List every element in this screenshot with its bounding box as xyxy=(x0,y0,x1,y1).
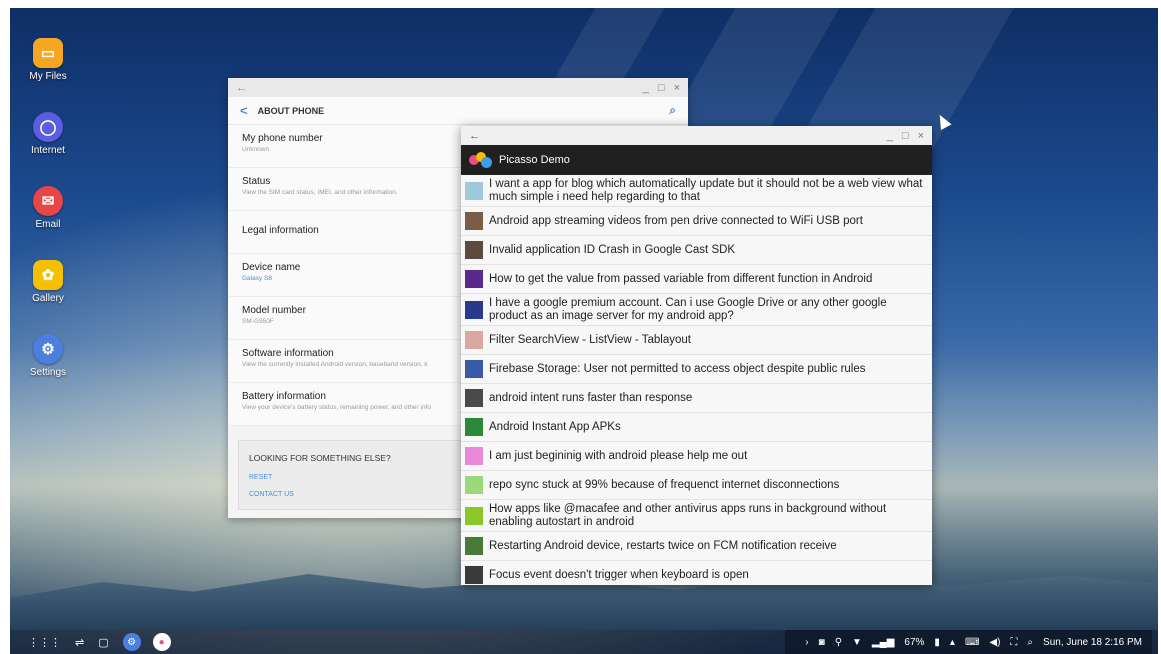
battery-icon: ▮ xyxy=(934,636,940,648)
list-item[interactable]: Android Instant App APKs xyxy=(461,413,932,442)
avatar-thumbnail xyxy=(465,300,483,319)
list-item[interactable]: I am just begininig with android please … xyxy=(461,442,932,471)
list-item[interactable]: Focus event doesn't trigger when keyboar… xyxy=(461,561,932,585)
question-title: Restarting Android device, restarts twic… xyxy=(489,539,837,552)
question-title: Focus event doesn't trigger when keyboar… xyxy=(489,568,749,581)
search-icon[interactable]: ⌕ xyxy=(1027,637,1033,648)
desktop-icon-my-files[interactable]: ▭ My Files xyxy=(24,38,72,82)
app-toolbar: Picasso Demo xyxy=(461,145,932,175)
recents-icon[interactable]: ⇌ xyxy=(75,636,84,649)
avatar-thumbnail xyxy=(465,331,483,349)
mail-icon: ✉ xyxy=(33,186,63,216)
status-area: › ◙ ⚲ ▼ ▂▄▆ 67% ▮ ▴ ⌨ ◀) ⛶ ⌕ Sun, June 1… xyxy=(785,630,1152,654)
list-item[interactable]: I have a google premium account. Can i u… xyxy=(461,294,932,326)
question-title: I have a google premium account. Can i u… xyxy=(489,296,887,322)
avatar-thumbnail xyxy=(465,212,483,230)
settings-app-icon[interactable]: ⚙ xyxy=(122,633,141,651)
desktop-icon-label: Gallery xyxy=(32,293,64,304)
list-item[interactable]: Android app streaming videos from pen dr… xyxy=(461,207,932,236)
app-title: Picasso Demo xyxy=(499,154,570,166)
list-item[interactable]: Invalid application ID Crash in Google C… xyxy=(461,236,932,265)
taskbar: ⋮⋮⋮ ⇌ ▢ ⚙ ● › ◙ ⚲ ▼ ▂▄▆ 67% ▮ ▴ ⌨ ◀) ⛶ ⌕… xyxy=(10,630,1158,654)
desktop-icon-gallery[interactable]: ✿ Gallery xyxy=(24,260,72,304)
window-titlebar[interactable]: ← _ □ × xyxy=(461,126,932,145)
avatar-thumbnail xyxy=(465,447,483,465)
search-icon[interactable]: ⌕ xyxy=(669,103,676,118)
desktop-icon-settings[interactable]: ⚙ Settings xyxy=(24,334,72,378)
globe-icon: ◯ xyxy=(33,112,63,142)
chevron-right-icon[interactable]: › xyxy=(805,637,808,648)
battery-level: 67% xyxy=(904,636,925,648)
back-arrow-icon[interactable]: ← xyxy=(469,130,480,142)
chevron-left-icon[interactable]: < xyxy=(240,103,248,118)
avatar-thumbnail xyxy=(465,506,483,525)
avatar-thumbnail xyxy=(465,389,483,407)
datetime: Sun, June 18 2:16 PM xyxy=(1043,636,1142,648)
avatar-thumbnail xyxy=(465,270,483,288)
question-list: I want a app for blog which automaticall… xyxy=(461,175,932,585)
question-title: Filter SearchView - ListView - Tablayout xyxy=(489,333,691,346)
apps-grid-icon[interactable]: ⋮⋮⋮ xyxy=(28,636,61,649)
avatar-thumbnail xyxy=(465,360,483,378)
avatar-thumbnail xyxy=(465,241,483,259)
notification-icon: ▼ xyxy=(852,636,862,648)
keyboard-icon[interactable]: ⌨ xyxy=(965,637,979,648)
avatar-thumbnail xyxy=(465,476,483,494)
question-title: Firebase Storage: User not permitted to … xyxy=(489,362,866,375)
question-title: android intent runs faster than response xyxy=(489,391,693,404)
list-item[interactable]: Restarting Android device, restarts twic… xyxy=(461,532,932,561)
close-button[interactable]: × xyxy=(674,82,680,94)
about-phone-header: < ABOUT PHONE ⌕ xyxy=(228,97,688,125)
picasso-logo-icon xyxy=(469,152,493,168)
desktop-icon-email[interactable]: ✉ Email xyxy=(24,186,72,230)
gear-icon: ⚙ xyxy=(33,334,63,364)
page-title: ABOUT PHONE xyxy=(257,105,325,116)
folder-icon: ▭ xyxy=(33,38,63,68)
maximize-button[interactable]: □ xyxy=(658,82,665,94)
window-titlebar[interactable]: ← _ □ × xyxy=(228,78,688,97)
home-icon[interactable]: ▢ xyxy=(98,636,108,649)
back-arrow-icon[interactable]: ← xyxy=(236,82,247,94)
question-title: How to get the value from passed variabl… xyxy=(489,272,873,285)
question-title: repo sync stuck at 99% because of freque… xyxy=(489,478,840,491)
list-item[interactable]: How to get the value from passed variabl… xyxy=(461,265,932,294)
avatar-thumbnail xyxy=(465,537,483,555)
avatar-thumbnail xyxy=(465,181,483,200)
list-item[interactable]: android intent runs faster than response xyxy=(461,384,932,413)
question-title: I want a app for blog which automaticall… xyxy=(489,177,923,203)
avatar-thumbnail xyxy=(465,566,483,584)
question-title: How apps like @macafee and other antivir… xyxy=(489,502,887,528)
close-button[interactable]: × xyxy=(918,130,924,142)
picasso-demo-window: ← _ □ × Picasso Demo I want a app for bl… xyxy=(461,126,932,585)
signal-icon: ▂▄▆ xyxy=(871,636,895,648)
camera-icon[interactable]: ◙ xyxy=(819,637,825,648)
list-item[interactable]: I want a app for blog which automaticall… xyxy=(461,175,932,207)
minimize-button[interactable]: _ xyxy=(887,130,893,142)
minimize-button[interactable]: _ xyxy=(643,82,649,94)
usb-icon: ⚲ xyxy=(834,636,843,648)
desktop-icon-label: My Files xyxy=(29,71,67,82)
list-item[interactable]: repo sync stuck at 99% because of freque… xyxy=(461,471,932,500)
desktop-icon-label: Email xyxy=(35,219,61,230)
chevron-up-icon[interactable]: ▴ xyxy=(950,637,955,648)
desktop-icon-internet[interactable]: ◯ Internet xyxy=(24,112,72,156)
maximize-button[interactable]: □ xyxy=(902,130,909,142)
flower-icon: ✿ xyxy=(33,260,63,290)
avatar-thumbnail xyxy=(465,418,483,436)
list-item[interactable]: Filter SearchView - ListView - Tablayout xyxy=(461,326,932,355)
volume-icon[interactable]: ◀) xyxy=(989,637,1000,648)
desktop-icon-label: Internet xyxy=(31,145,65,156)
list-item[interactable]: How apps like @macafee and other antivir… xyxy=(461,500,932,532)
screenshot-icon[interactable]: ⛶ xyxy=(1010,637,1017,648)
list-item[interactable]: Firebase Storage: User not permitted to … xyxy=(461,355,932,384)
desktop: ▭ My Files ◯ Internet ✉ Email ✿ Gallery … xyxy=(10,8,1158,654)
question-title: Invalid application ID Crash in Google C… xyxy=(489,243,736,256)
question-title: Android Instant App APKs xyxy=(489,420,621,433)
question-title: I am just begininig with android please … xyxy=(489,449,748,462)
picasso-app-icon[interactable]: ● xyxy=(152,633,171,651)
question-title: Android app streaming videos from pen dr… xyxy=(489,214,863,227)
desktop-icon-label: Settings xyxy=(29,367,67,378)
